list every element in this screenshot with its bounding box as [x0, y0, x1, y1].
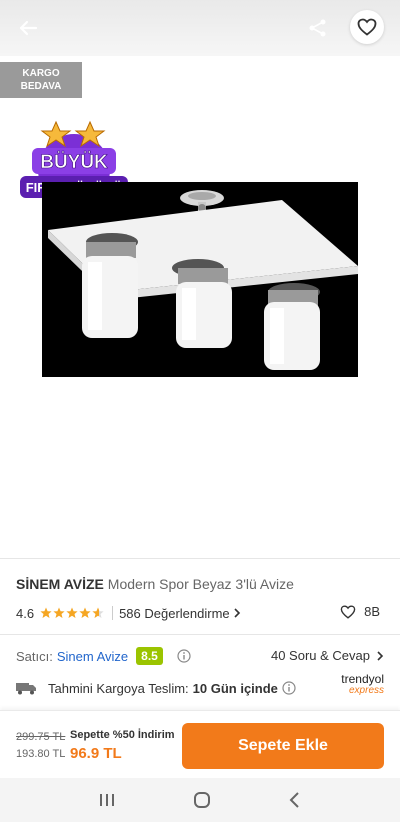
- home-icon[interactable]: [193, 791, 211, 809]
- free-shipping-badge: KARGO BEDAVA: [0, 62, 82, 98]
- seller-name-link[interactable]: Sinem Avize: [57, 649, 128, 664]
- trendyol-express-logo: trendyol express: [341, 672, 384, 696]
- chevron-right-icon: [377, 650, 384, 661]
- reviews-link[interactable]: 586 Değerlendirme: [119, 606, 241, 621]
- product-detail-screen: KARGO BEDAVA BÜYÜK FIRSAT ÜRÜNÜ: [0, 0, 400, 822]
- reviews-label: 586 Değerlendirme: [119, 605, 230, 621]
- star-icon: [53, 607, 65, 618]
- back-button[interactable]: [12, 12, 44, 44]
- half-star-icon: [92, 607, 104, 618]
- big-deal-badge-line1: BÜYÜK: [40, 152, 108, 173]
- separator: [112, 606, 114, 620]
- top-bar: [0, 0, 400, 56]
- favorite-button[interactable]: [350, 10, 384, 44]
- heart-icon: [340, 604, 356, 619]
- back-arrow-icon: [19, 20, 38, 36]
- delivery-label: Tahmini Kargoya Teslim:: [48, 680, 189, 696]
- product-photo: [42, 182, 358, 377]
- rating-value: 4.6: [16, 605, 35, 621]
- qa-link[interactable]: 40 Soru & Cevap: [271, 648, 384, 663]
- delivery-row: Tahmini Kargoya Teslim: 10 Gün içinde tr…: [16, 673, 384, 698]
- divider: [0, 558, 400, 559]
- rating-row: 4.6 586 Değerlendirme 8B: [16, 604, 384, 622]
- star-icon: [66, 607, 78, 618]
- qa-label: 40 Soru & Cevap: [270, 648, 370, 663]
- seller-label: Satıcı:: [16, 648, 53, 664]
- favorite-count[interactable]: 8B: [340, 604, 380, 619]
- trendyol-logo-line1: trendyol: [341, 672, 384, 686]
- product-title: SİNEM AVİZE Modern Spor Beyaz 3'lü Avize: [16, 576, 294, 592]
- final-price: 96.9 TL: [70, 745, 122, 762]
- star-icon: [40, 607, 52, 618]
- divider: [0, 634, 400, 635]
- product-brand[interactable]: SİNEM AVİZE: [16, 576, 104, 592]
- product-name: Modern Spor Beyaz 3'lü Avize: [107, 576, 294, 592]
- share-button[interactable]: [302, 12, 334, 44]
- seller-row: Satıcı: Sinem Avize 8.5 40 Soru & Cevap: [16, 646, 384, 666]
- sub-price: 193.80 TL: [16, 748, 66, 760]
- campaign-label: Sepette %50 İndirim: [70, 729, 175, 741]
- back-nav-icon[interactable]: [288, 791, 302, 809]
- star-icon: [79, 607, 91, 618]
- favorite-count-value: 8B: [364, 604, 380, 619]
- add-to-cart-button[interactable]: Sepete Ekle: [182, 723, 384, 769]
- chevron-right-icon: [234, 607, 241, 618]
- heart-icon: [357, 18, 377, 36]
- share-icon: [309, 19, 326, 37]
- trendyol-logo-line2: express: [348, 685, 384, 696]
- free-shipping-line1: KARGO: [22, 68, 60, 79]
- info-icon[interactable]: [177, 649, 191, 663]
- seller-score-badge: 8.5: [136, 647, 163, 665]
- info-icon[interactable]: [282, 681, 296, 695]
- delivery-value: 10 Gün içinde: [192, 680, 278, 696]
- system-nav-bar: [0, 778, 400, 822]
- free-shipping-line2: BEDAVA: [20, 81, 62, 92]
- truck-icon: [16, 683, 36, 695]
- old-price: 299.75 TL: [16, 731, 66, 743]
- rating-stars: [40, 607, 104, 619]
- buy-bar: 299.75 TL 193.80 TL Sepette %50 İndirim …: [0, 710, 400, 778]
- recent-apps-icon[interactable]: [98, 792, 116, 808]
